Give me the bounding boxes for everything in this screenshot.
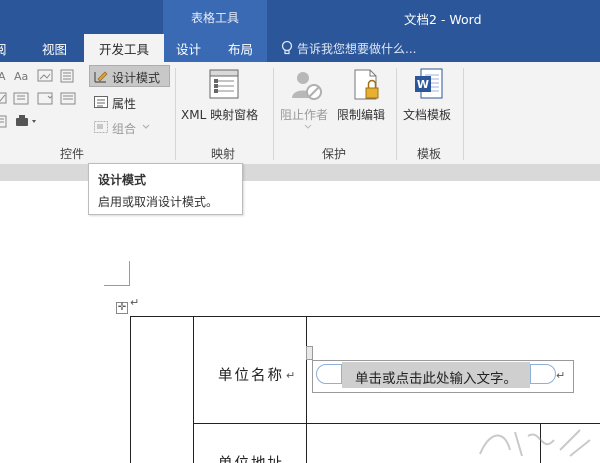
group-icon [94, 121, 108, 133]
content-control-end-tag [530, 364, 556, 384]
block-authors-button[interactable]: 阻止作者 [280, 106, 328, 123]
xml-mapping-pane-button[interactable]: XML 映射窗格 [181, 106, 258, 123]
table-border [306, 316, 307, 463]
properties-button[interactable]: 属性 [112, 95, 136, 112]
restrict-editing-icon [354, 69, 379, 100]
design-mode-icon [94, 71, 108, 83]
separator [396, 68, 397, 160]
xml-mapping-pane-icon [209, 69, 239, 99]
separator [273, 68, 274, 160]
tab-table-layout[interactable]: 布局 [228, 39, 253, 58]
templates-group-label: 模板 [417, 147, 442, 161]
table-border [130, 316, 600, 317]
window-title: 文档2 - Word [404, 12, 482, 27]
separator [463, 68, 464, 160]
design-mode-label: 设计模式 [112, 71, 161, 85]
paragraph-mark: ↵ [556, 369, 566, 382]
paragraph-mark: ↵ [130, 296, 140, 309]
svg-text:Aa: Aa [14, 70, 28, 83]
margin-marker [104, 285, 130, 286]
separator [175, 68, 176, 160]
lightbulb-icon [281, 40, 293, 55]
content-control-start-tag [316, 364, 342, 384]
content-control-placeholder[interactable]: 单击或点击此处输入文字。 [342, 367, 530, 387]
tab-table-design[interactable]: 设计 [176, 39, 201, 58]
tell-me-search[interactable]: 告诉我您想要做什么... [297, 40, 416, 57]
paragraph-mark: ↵ [286, 369, 296, 382]
unit-address-label: 单位地址 [218, 452, 284, 463]
group-button[interactable]: 组合 [112, 120, 136, 137]
controls-group-label: 控件 [60, 147, 85, 161]
watermark-logo [479, 429, 591, 457]
word-document-template-icon: W [415, 68, 443, 99]
svg-text:W: W [417, 78, 429, 91]
block-authors-icon [292, 72, 322, 100]
unit-name-label: 单位名称 [218, 368, 284, 384]
table-border [130, 316, 131, 463]
document-template-button[interactable]: 文档模板 [403, 106, 451, 123]
mapping-group-label: 映射 [211, 147, 236, 161]
content-controls-gallery[interactable]: A Aa [0, 68, 82, 134]
margin-marker [129, 261, 130, 286]
table-border [193, 316, 194, 463]
tooltip-title: 设计模式 [98, 173, 147, 187]
properties-icon [94, 96, 108, 108]
tab-developer-label: 开发工具 [98, 42, 149, 57]
tab-review[interactable]: 阅 [0, 39, 7, 58]
tooltip-description: 启用或取消设计模式。 [98, 195, 219, 209]
table-move-handle[interactable]: ✛ [116, 302, 128, 314]
content-control-handle[interactable] [306, 346, 313, 360]
protect-group-label: 保护 [322, 147, 347, 161]
chevron-down-icon [304, 124, 312, 129]
title-bar [0, 0, 600, 34]
contextual-tab-group-title: 表格工具 [190, 11, 239, 25]
tab-view[interactable]: 视图 [42, 39, 67, 58]
chevron-down-icon [142, 124, 150, 129]
svg-text:A: A [0, 70, 6, 83]
restrict-editing-button[interactable]: 限制编辑 [337, 106, 385, 123]
